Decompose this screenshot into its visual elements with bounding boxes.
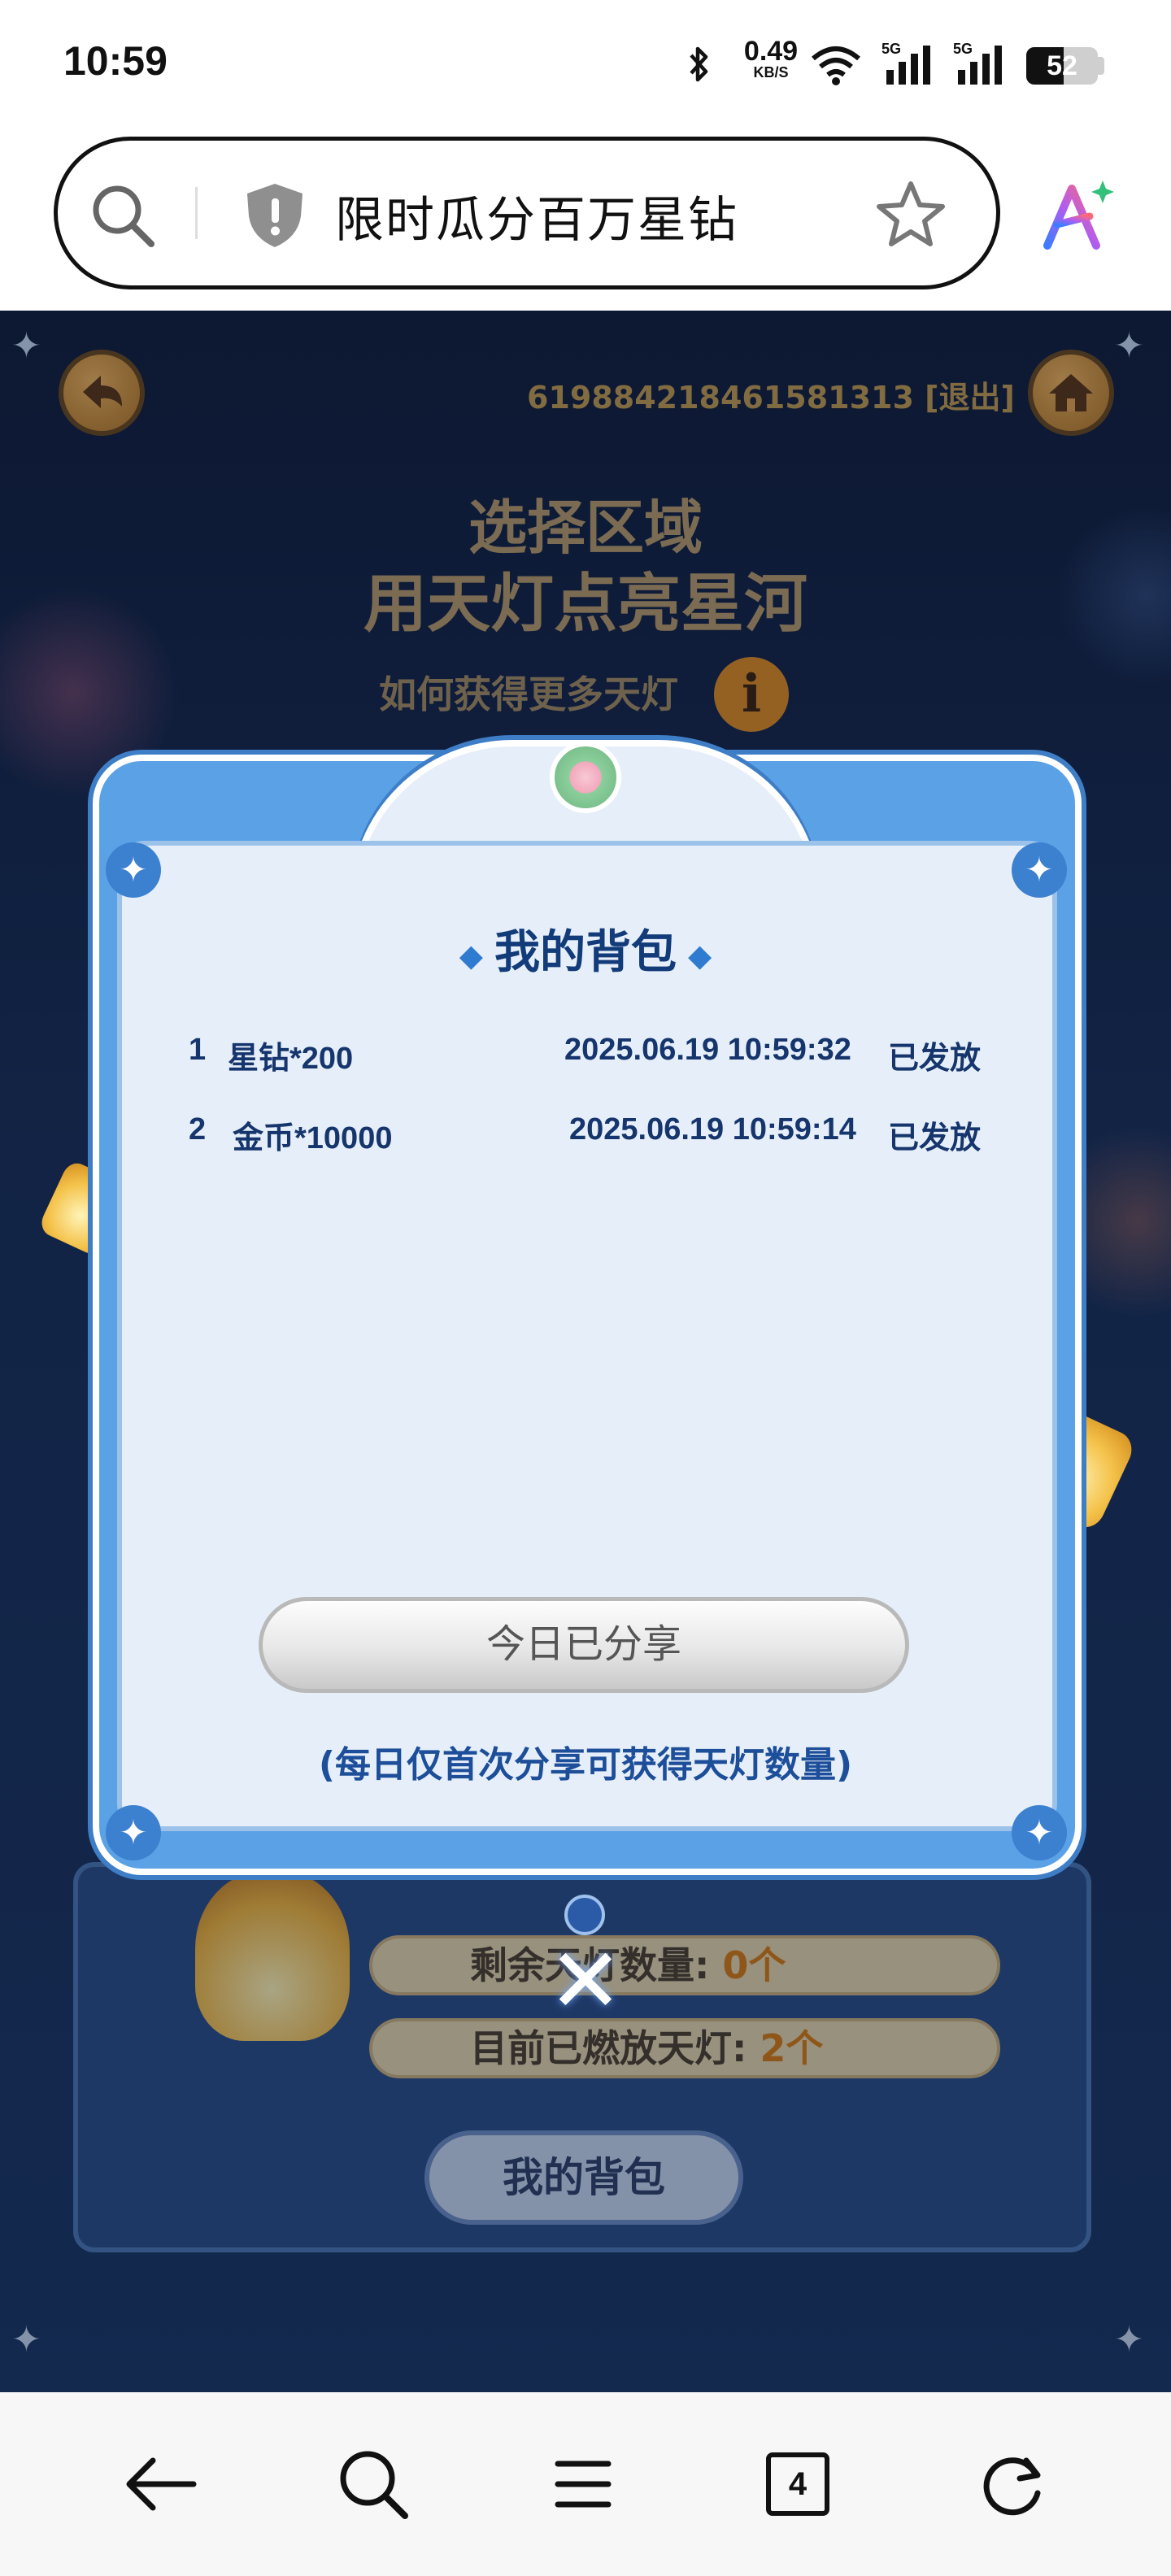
- share-button[interactable]: 今日已分享: [259, 1597, 909, 1693]
- list-item-index: 1: [189, 1033, 207, 1067]
- tabs-icon[interactable]: 4: [766, 2452, 829, 2516]
- list-item-name: 金币*10000: [233, 1121, 393, 1155]
- address-divider: [195, 187, 198, 239]
- back-arrow-icon[interactable]: [115, 2439, 205, 2529]
- sparkle-icon: ✦: [106, 1805, 161, 1860]
- search-icon[interactable]: [329, 2439, 418, 2529]
- list-item-status: 已发放: [888, 1042, 982, 1076]
- lotus-icon: [550, 742, 621, 813]
- battery-icon: 52: [1026, 47, 1098, 85]
- net-speed: 0.49 KB/S: [743, 36, 799, 80]
- modal-title: ◆ 我的背包 ◆: [459, 926, 712, 979]
- diamond-icon: ◆: [688, 937, 712, 973]
- wifi-icon: [812, 46, 860, 85]
- page-title-in-address-bar[interactable]: 限时瓜分百万星钻: [335, 181, 738, 251]
- list-item-time: 2025.06.19 10:59:32: [564, 1033, 851, 1067]
- sparkle-icon: ✦: [106, 842, 161, 898]
- sparkle-icon: ✦: [1012, 1805, 1067, 1860]
- signal-5g-icon: 5G: [953, 41, 1005, 85]
- bookmark-star-icon[interactable]: [875, 179, 947, 247]
- ai-assistant-icon[interactable]: [1039, 177, 1117, 252]
- battery-tip: [1098, 57, 1104, 75]
- close-icon[interactable]: ✕: [540, 1935, 631, 2026]
- status-time: 10:59: [63, 38, 168, 84]
- search-icon[interactable]: [88, 181, 158, 250]
- refresh-icon[interactable]: [968, 2439, 1057, 2529]
- sparkle-icon: ✦: [1012, 842, 1067, 898]
- bluetooth-icon: [690, 46, 708, 82]
- list-item-status: 已发放: [888, 1121, 982, 1155]
- diamond-icon: ◆: [459, 937, 483, 973]
- list-item-name: 星钻*200: [228, 1042, 354, 1076]
- security-shield-icon[interactable]: [242, 181, 307, 250]
- list-item-time: 2025.06.19 10:59:14: [569, 1112, 856, 1147]
- list-item-index: 2: [189, 1112, 207, 1147]
- share-note: (每日仅首次分享可获得天灯数量): [318, 1744, 853, 1786]
- signal-5g-icon: 5G: [882, 41, 934, 85]
- menu-icon[interactable]: [538, 2439, 628, 2529]
